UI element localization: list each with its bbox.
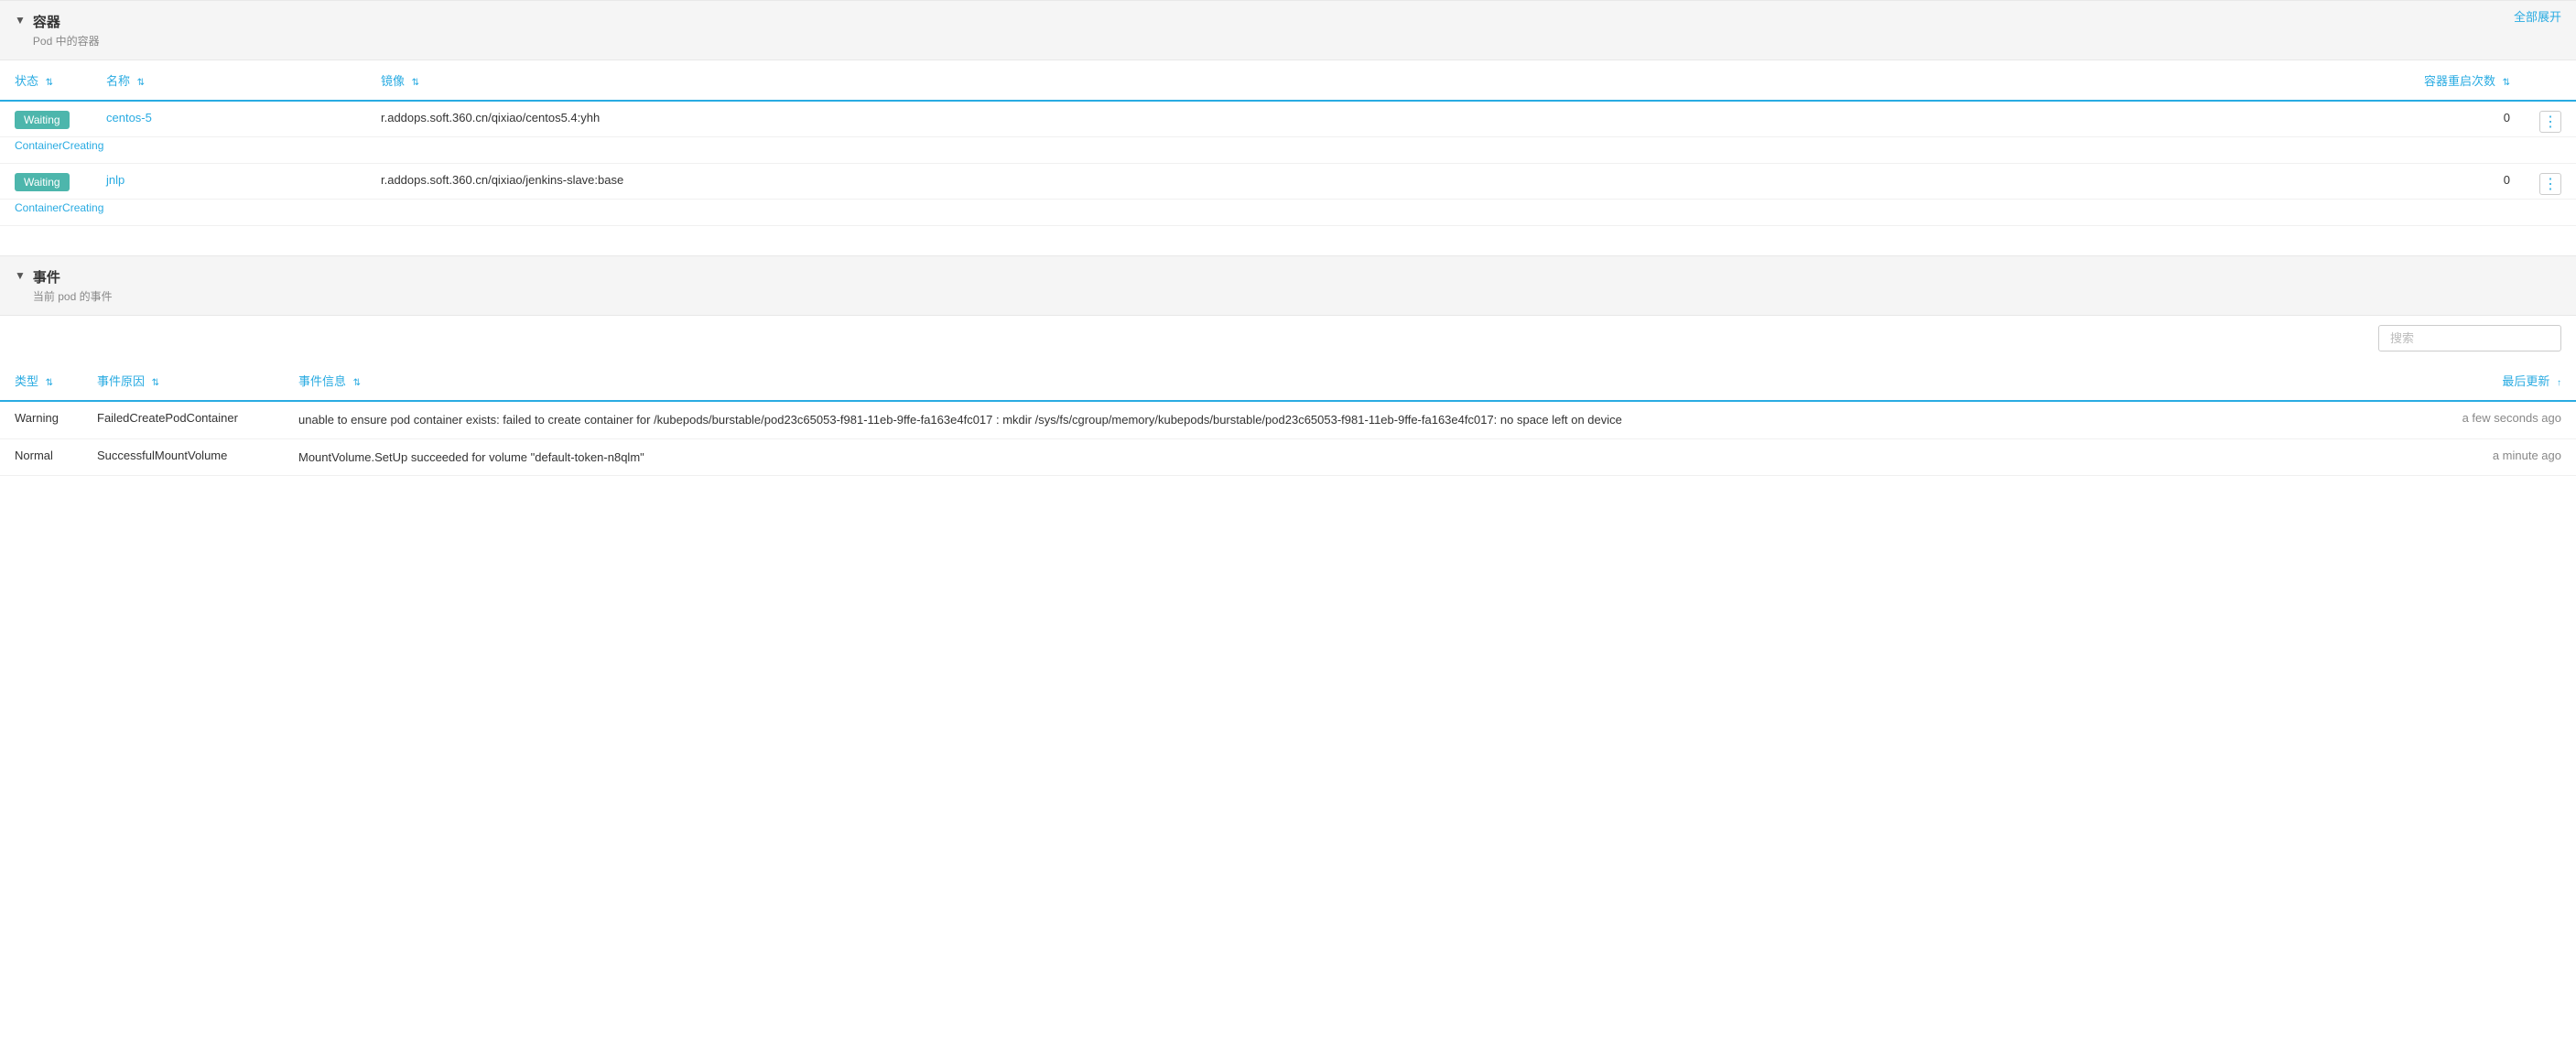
event-updated-cell: a few seconds ago <box>2430 401 2576 438</box>
container-status-cell: Waiting <box>0 101 92 137</box>
containers-title-group: 容器 Pod 中的容器 <box>33 12 100 49</box>
container-name-link[interactable]: jnlp <box>106 173 124 187</box>
container-name-cell: jnlp <box>92 164 366 200</box>
event-reason-cell: SuccessfulMountVolume <box>82 438 284 476</box>
sort-icon-image: ⇅ <box>412 78 419 88</box>
containers-table: 状态 ⇅ 名称 ⇅ 镜像 ⇅ 容器重启次数 ⇅ <box>0 60 2576 226</box>
events-title-group: 事件 当前 pod 的事件 <box>33 267 113 304</box>
table-row: Waiting jnlp r.addops.soft.360.cn/qixiao… <box>0 164 2576 200</box>
col-header-image[interactable]: 镜像 ⇅ <box>366 60 2409 101</box>
col-header-restarts[interactable]: 容器重启次数 ⇅ <box>2409 60 2525 101</box>
col-header-reason[interactable]: 事件原因 ⇅ <box>82 361 284 401</box>
col-header-status[interactable]: 状态 ⇅ <box>0 60 92 101</box>
container-sub-row: ContainerCreating <box>0 137 2576 164</box>
table-row: Normal SuccessfulMountVolume MountVolume… <box>0 438 2576 476</box>
sort-icon-restarts: ⇅ <box>2503 78 2510 88</box>
events-table-header-row: 类型 ⇅ 事件原因 ⇅ 事件信息 ⇅ 最后更新 <box>0 361 2576 401</box>
event-reason-cell: FailedCreatePodContainer <box>82 401 284 438</box>
containers-section: ▼ 容器 Pod 中的容器 状态 ⇅ 名称 ⇅ <box>0 0 2576 241</box>
sort-icon-status: ⇅ <box>46 78 53 88</box>
container-name-cell: centos-5 <box>92 101 366 137</box>
container-image-cell: r.addops.soft.360.cn/qixiao/centos5.4:yh… <box>366 101 2409 137</box>
container-restarts-cell: 0 <box>2409 101 2525 137</box>
table-row: Waiting centos-5 r.addops.soft.360.cn/qi… <box>0 101 2576 137</box>
search-input[interactable] <box>2378 325 2561 351</box>
containers-title: 容器 <box>33 12 100 31</box>
containers-table-wrapper: 状态 ⇅ 名称 ⇅ 镜像 ⇅ 容器重启次数 ⇅ <box>0 60 2576 241</box>
container-more-button[interactable]: ⋮ <box>2539 111 2561 133</box>
events-section-header: ▼ 事件 当前 pod 的事件 <box>0 255 2576 316</box>
containers-tbody: Waiting centos-5 r.addops.soft.360.cn/qi… <box>0 101 2576 226</box>
container-sub-text: ContainerCreating <box>0 137 2576 164</box>
event-message-cell: unable to ensure pod container exists: f… <box>284 401 2430 438</box>
sort-icon-message: ⇅ <box>353 378 361 388</box>
events-toggle-icon[interactable]: ▼ <box>15 269 26 282</box>
col-header-type[interactable]: 类型 ⇅ <box>0 361 82 401</box>
container-actions-cell: ⋮ <box>2525 101 2576 137</box>
events-table-wrapper: 类型 ⇅ 事件原因 ⇅ 事件信息 ⇅ 最后更新 <box>0 316 2576 491</box>
events-title: 事件 <box>33 267 113 287</box>
col-header-name[interactable]: 名称 ⇅ <box>92 60 366 101</box>
container-restarts-cell: 0 <box>2409 164 2525 200</box>
containers-toggle-icon[interactable]: ▼ <box>15 14 26 27</box>
event-message-cell: MountVolume.SetUp succeeded for volume "… <box>284 438 2430 476</box>
status-badge: Waiting <box>15 111 70 129</box>
containers-table-header-row: 状态 ⇅ 名称 ⇅ 镜像 ⇅ 容器重启次数 ⇅ <box>0 60 2576 101</box>
container-status-cell: Waiting <box>0 164 92 200</box>
search-bar-wrapper <box>0 316 2576 361</box>
col-header-message[interactable]: 事件信息 ⇅ <box>284 361 2430 401</box>
events-table: 类型 ⇅ 事件原因 ⇅ 事件信息 ⇅ 最后更新 <box>0 361 2576 476</box>
events-section: ▼ 事件 当前 pod 的事件 类型 ⇅ 事件原因 <box>0 255 2576 491</box>
status-badge: Waiting <box>15 173 70 191</box>
containers-subtitle: Pod 中的容器 <box>33 33 100 49</box>
containers-section-header: ▼ 容器 Pod 中的容器 <box>0 0 2576 60</box>
sort-icon-reason: ⇅ <box>152 378 159 388</box>
col-header-actions <box>2525 60 2576 101</box>
events-subtitle: 当前 pod 的事件 <box>33 288 113 304</box>
container-more-button[interactable]: ⋮ <box>2539 173 2561 195</box>
event-type-cell: Normal <box>0 438 82 476</box>
container-name-link[interactable]: centos-5 <box>106 111 152 124</box>
col-header-updated[interactable]: 最后更新 ↑ <box>2430 361 2576 401</box>
sort-icon-name: ⇅ <box>137 78 145 88</box>
container-sub-text: ContainerCreating <box>0 200 2576 226</box>
event-updated-cell: a minute ago <box>2430 438 2576 476</box>
page-wrapper: 全部展开 ▼ 容器 Pod 中的容器 状态 ⇅ 名称 <box>0 0 2576 1049</box>
container-sub-row: ContainerCreating <box>0 200 2576 226</box>
event-type-cell: Warning <box>0 401 82 438</box>
container-actions-cell: ⋮ <box>2525 164 2576 200</box>
sort-icon-type: ⇅ <box>46 378 53 388</box>
events-tbody: Warning FailedCreatePodContainer unable … <box>0 401 2576 476</box>
table-row: Warning FailedCreatePodContainer unable … <box>0 401 2576 438</box>
expand-all-button[interactable]: 全部展开 <box>2514 7 2561 25</box>
sort-icon-updated: ↑ <box>2557 378 2561 388</box>
container-image-cell: r.addops.soft.360.cn/qixiao/jenkins-slav… <box>366 164 2409 200</box>
